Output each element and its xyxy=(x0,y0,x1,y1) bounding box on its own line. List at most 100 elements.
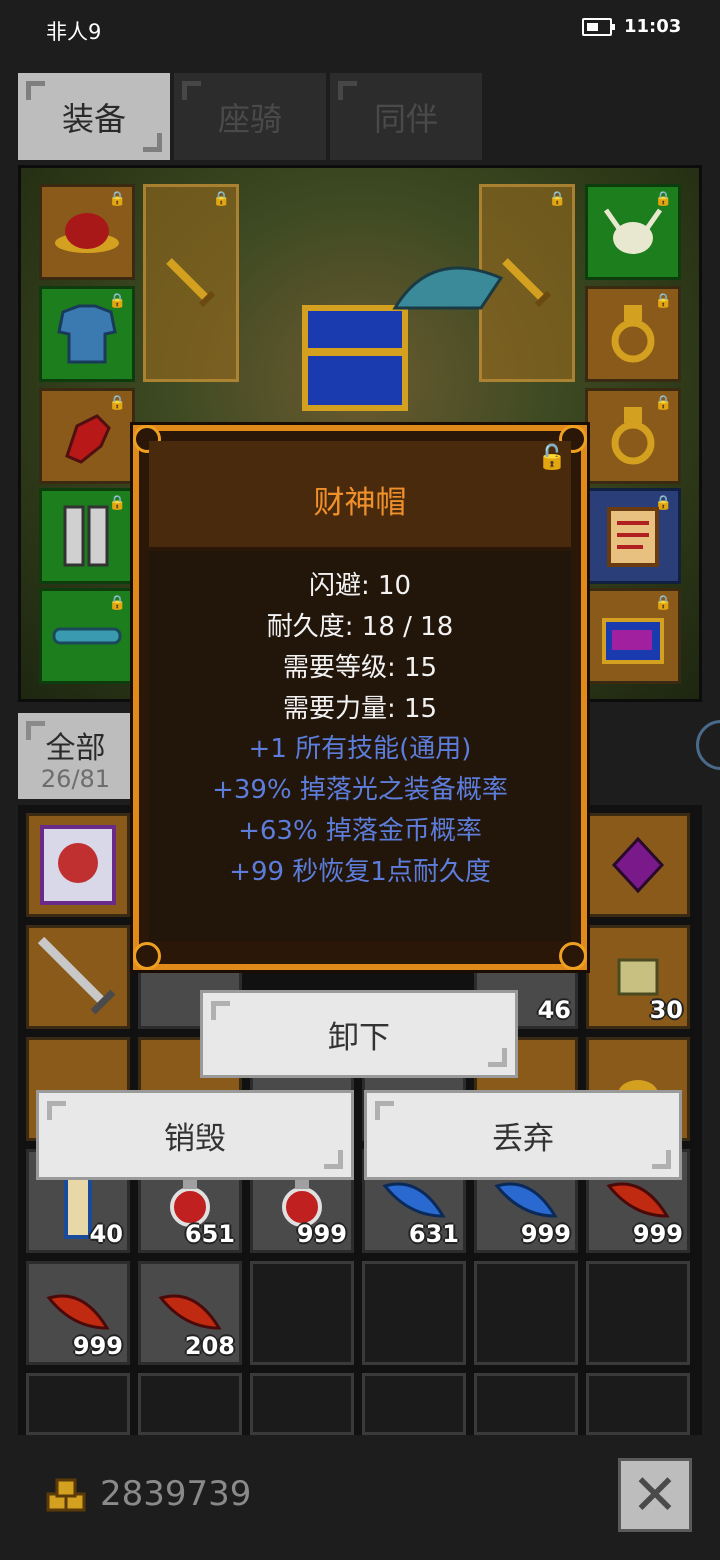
tooltip-header: 财神帽 xyxy=(149,441,571,547)
inventory-slot-empty[interactable] xyxy=(474,1261,578,1365)
inventory-slot[interactable] xyxy=(26,813,130,917)
equip-slot-gloves[interactable]: 🔒 xyxy=(39,388,135,484)
inventory-slot-empty[interactable] xyxy=(250,1261,354,1365)
inventory-slot[interactable] xyxy=(586,813,690,917)
tab-equipment-label: 装备 xyxy=(61,99,126,138)
item-quantity: 999 xyxy=(296,1220,347,1248)
stat-required-strength: 需要力量: 15 xyxy=(282,694,438,724)
item-quantity: 651 xyxy=(184,1220,235,1248)
gold-amount: 2839739 xyxy=(100,1474,252,1514)
lock-icon: 🔒 xyxy=(548,191,566,207)
lock-icon: 🔒 xyxy=(212,191,230,207)
scroll-icon xyxy=(607,507,659,567)
carrier-name: 非人9 xyxy=(46,20,102,44)
ring-icon xyxy=(611,407,655,465)
bonus-all-skills: +1 所有技能(通用) xyxy=(248,734,472,764)
bonus-gold-drop: +63% 掉落金币概率 xyxy=(238,816,482,846)
item-quantity: 40 xyxy=(89,1220,123,1248)
inventory-slot[interactable]: 30 xyxy=(586,925,690,1029)
status-bar: 非人9 11:03 xyxy=(0,0,720,60)
glove-icon xyxy=(65,414,111,464)
stat-required-level: 需要等级: 15 xyxy=(282,653,438,683)
item-quantity: 999 xyxy=(72,1332,123,1360)
equip-slot-belt[interactable]: 🔒 xyxy=(39,588,135,684)
tab-equipment[interactable]: 装备 xyxy=(18,73,170,160)
equip-slot-weapon-left[interactable]: 🔒 xyxy=(143,184,239,382)
inventory-slot-empty[interactable] xyxy=(474,1373,578,1435)
corner-ornament xyxy=(559,942,587,970)
side-indicator[interactable] xyxy=(696,720,720,770)
equip-slot-chest[interactable]: 🔒 xyxy=(585,588,681,684)
hat-icon xyxy=(55,213,119,253)
armor-icon xyxy=(57,304,117,364)
equip-slot-armor[interactable]: 🔒 xyxy=(39,286,135,382)
gem-icon xyxy=(611,836,665,894)
equip-slot-ring-2[interactable]: 🔒 xyxy=(585,388,681,484)
inventory-slot-empty[interactable] xyxy=(586,1373,690,1435)
equip-slot-ring-1[interactable]: 🔒 xyxy=(585,286,681,382)
map-icon xyxy=(617,958,659,996)
lock-icon: 🔒 xyxy=(108,595,126,611)
tooltip-stats: 闪避: 10 耐久度: 18 / 18 需要等级: 15 需要力量: 15 +1… xyxy=(149,551,571,941)
blue-feather-icon xyxy=(494,1182,558,1218)
destroy-button[interactable]: 销毁 xyxy=(36,1090,354,1180)
belt-icon xyxy=(52,627,122,645)
treasure-chest-icon xyxy=(602,618,664,664)
discard-label: 丢弃 xyxy=(492,1120,554,1157)
tab-mount-label: 座骑 xyxy=(217,99,282,138)
inventory-slot-empty[interactable] xyxy=(586,1261,690,1365)
card-icon xyxy=(40,825,116,905)
unequip-label: 卸下 xyxy=(328,1019,390,1056)
dragon-icon xyxy=(392,266,504,310)
inventory-slot-empty[interactable] xyxy=(362,1373,466,1435)
item-quantity: 999 xyxy=(520,1220,571,1248)
equip-slot-head[interactable]: 🔒 xyxy=(39,184,135,280)
item-quantity: 46 xyxy=(537,996,571,1024)
sword-icon xyxy=(37,936,116,1015)
unequip-button[interactable]: 卸下 xyxy=(200,990,518,1078)
inventory-slot-empty[interactable] xyxy=(138,1373,242,1435)
bonus-durability-regen: +99 秒恢复1点耐久度 xyxy=(229,857,491,887)
lock-icon: 🔒 xyxy=(108,191,126,207)
boots-icon xyxy=(63,505,109,567)
filter-label: 全部 xyxy=(45,731,106,766)
inventory-slot-empty[interactable] xyxy=(362,1261,466,1365)
item-quantity: 999 xyxy=(632,1220,683,1248)
clock: 11:03 xyxy=(624,16,682,37)
red-feather-icon xyxy=(158,1294,222,1330)
equip-slot-scroll[interactable]: 🔒 xyxy=(585,488,681,584)
sword-icon xyxy=(166,258,216,308)
close-icon: ✕ xyxy=(631,1462,679,1528)
stat-durability: 耐久度: 18 / 18 xyxy=(266,612,454,642)
filter-tab-all[interactable]: 全部 26/81 xyxy=(18,713,133,799)
item-quantity: 208 xyxy=(184,1332,235,1360)
item-quantity: 30 xyxy=(649,996,683,1024)
blue-feather-icon xyxy=(382,1182,446,1218)
inventory-count: 26/81 xyxy=(40,765,111,793)
item-name: 财神帽 xyxy=(313,485,407,521)
inventory-slot[interactable]: 208 xyxy=(138,1261,242,1365)
tab-companion[interactable]: 同伴 xyxy=(330,73,482,160)
equip-slot-boots[interactable]: 🔒 xyxy=(39,488,135,584)
inventory-slot[interactable] xyxy=(26,925,130,1029)
discard-button[interactable]: 丢弃 xyxy=(364,1090,682,1180)
red-feather-icon xyxy=(46,1294,110,1330)
horned-helm-icon xyxy=(603,208,663,254)
tab-mount[interactable]: 座骑 xyxy=(174,73,326,160)
inventory-slot-empty[interactable] xyxy=(26,1373,130,1435)
bonus-light-gear-drop: +39% 掉落光之装备概率 xyxy=(212,775,508,805)
unlock-icon[interactable]: 🔓 xyxy=(537,443,567,471)
red-feather-icon xyxy=(606,1182,670,1218)
item-tooltip: 财神帽 🔓 闪避: 10 耐久度: 18 / 18 需要等级: 15 需要力量:… xyxy=(130,422,590,973)
inventory-slot[interactable]: 999 xyxy=(26,1261,130,1365)
gold-icon xyxy=(46,1478,86,1512)
stat-dodge: 闪避: 10 xyxy=(308,571,412,601)
battery-icon xyxy=(582,18,615,36)
ring-icon xyxy=(611,305,655,363)
close-button[interactable]: ✕ xyxy=(618,1458,692,1532)
tab-companion-label: 同伴 xyxy=(373,99,438,138)
corner-ornament xyxy=(133,942,161,970)
item-quantity: 631 xyxy=(408,1220,459,1248)
equip-slot-helm-ornament[interactable]: 🔒 xyxy=(585,184,681,280)
inventory-slot-empty[interactable] xyxy=(250,1373,354,1435)
